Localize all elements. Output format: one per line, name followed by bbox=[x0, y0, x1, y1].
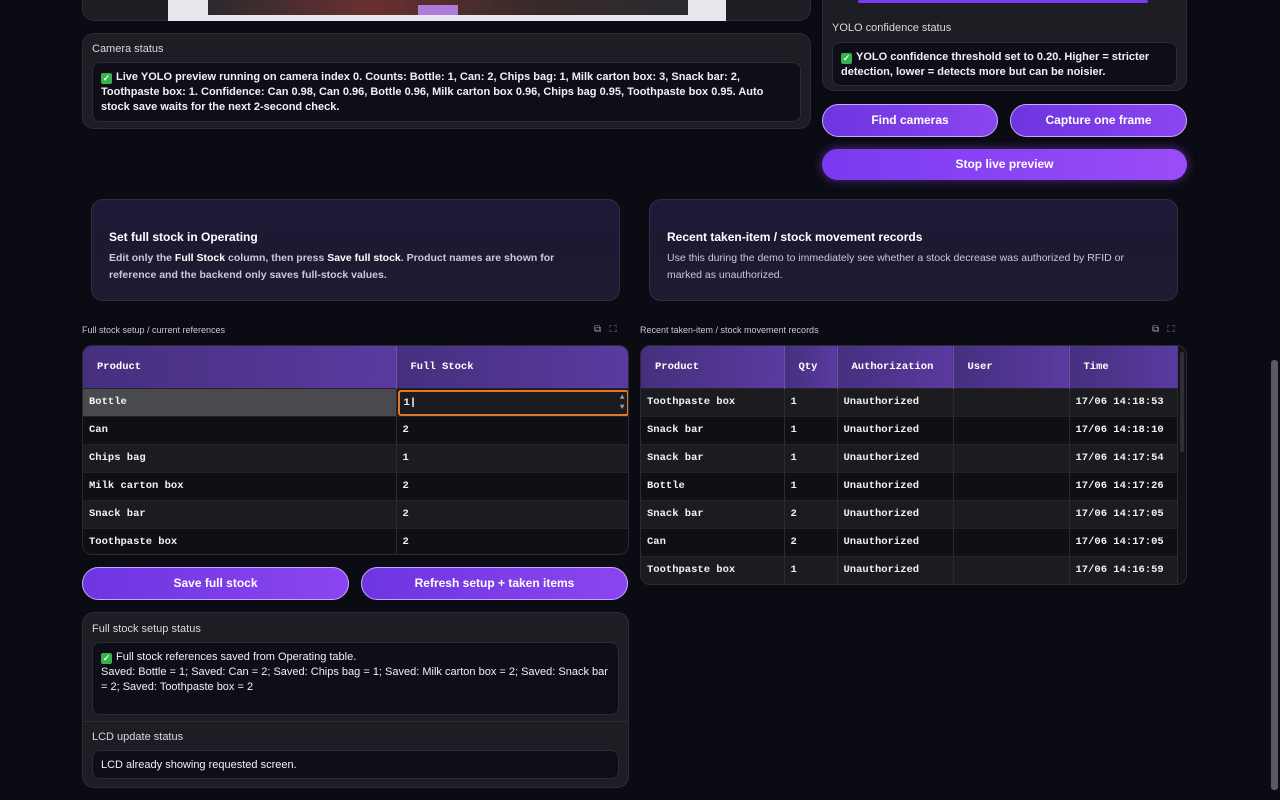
full-stock-status-panel: Full stock setup status ✓ Full stock refe… bbox=[82, 612, 629, 722]
confidence-slider[interactable] bbox=[858, 0, 1148, 3]
camera-preview-image bbox=[168, 0, 726, 21]
table-row[interactable]: Bottle 1| ▲ ▼ bbox=[83, 387, 628, 416]
camera-preview-panel bbox=[82, 0, 811, 21]
records-info-desc: Use this during the demo to immediately … bbox=[667, 252, 1124, 281]
copy-icon[interactable]: ⧉ bbox=[1152, 324, 1159, 335]
check-icon: ✓ bbox=[101, 73, 112, 84]
fullscreen-icon[interactable]: ⛶ bbox=[609, 324, 616, 335]
full-stock-table-tools: ⧉ ⛶ bbox=[594, 324, 616, 335]
copy-icon[interactable]: ⧉ bbox=[594, 324, 601, 335]
table-row[interactable]: Can 2 bbox=[83, 415, 628, 444]
full-stock-info-title: Set full stock in Operating bbox=[109, 230, 258, 244]
table-row[interactable]: Milk carton box 2 bbox=[83, 471, 628, 500]
full-stock-status-label: Full stock setup status bbox=[92, 623, 201, 635]
table-row[interactable]: Snack bar 1 Unauthorized 17/06 14:18:10 bbox=[641, 415, 1178, 444]
product-cell: Bottle bbox=[83, 387, 397, 416]
capture-frame-button[interactable]: Capture one frame bbox=[1010, 104, 1187, 137]
col-time[interactable]: Time bbox=[1069, 346, 1178, 388]
records-table-scrollbar[interactable] bbox=[1180, 352, 1184, 452]
yolo-status-text: ✓ YOLO confidence threshold set to 0.20. … bbox=[832, 42, 1177, 86]
table-row[interactable]: Can 2 Unauthorized 17/06 14:17:05 bbox=[641, 527, 1178, 556]
table-row[interactable]: Snack bar 2 bbox=[83, 499, 628, 528]
col-full-stock[interactable]: Full Stock bbox=[396, 346, 628, 388]
full-stock-table-label: Full stock setup / current references bbox=[82, 325, 226, 335]
records-info-title: Recent taken-item / stock movement recor… bbox=[667, 230, 923, 244]
check-icon: ✓ bbox=[101, 653, 112, 664]
full-stock-status-text: ✓ Full stock references saved from Operat… bbox=[92, 642, 619, 715]
refresh-setup-button[interactable]: Refresh setup + taken items bbox=[361, 567, 628, 600]
camera-status-panel: Camera status ✓ Live YOLO preview running… bbox=[82, 33, 811, 129]
lcd-status-panel: LCD update status LCD already showing re… bbox=[82, 722, 629, 788]
save-full-stock-button[interactable]: Save full stock bbox=[82, 567, 349, 600]
table-row[interactable]: Chips bag 1 bbox=[83, 443, 628, 472]
records-info-card: Recent taken-item / stock movement recor… bbox=[649, 199, 1178, 301]
col-authorization[interactable]: Authorization bbox=[837, 346, 954, 388]
full-stock-table: Product Full Stock Bottle 1| ▲ ▼ Can 2 Chi… bbox=[82, 345, 629, 555]
lcd-status-text: LCD already showing requested screen. bbox=[92, 750, 619, 779]
records-table-label: Recent taken-item / stock movement recor… bbox=[640, 325, 819, 335]
lcd-status-label: LCD update status bbox=[92, 731, 184, 743]
table-row[interactable]: Snack bar 1 Unauthorized 17/06 14:17:54 bbox=[641, 443, 1178, 472]
yolo-status-label: YOLO confidence status bbox=[832, 22, 952, 34]
page-scrollbar[interactable] bbox=[1271, 360, 1278, 790]
full-stock-edit-cell[interactable]: 1| ▲ ▼ bbox=[396, 387, 628, 416]
full-stock-input[interactable]: 1| ▲ ▼ bbox=[397, 389, 628, 416]
records-table-tools: ⧉ ⛶ bbox=[1152, 324, 1174, 335]
table-row[interactable]: Bottle 1 Unauthorized 17/06 14:17:26 bbox=[641, 471, 1178, 500]
camera-status-text: ✓ Live YOLO preview running on camera ind… bbox=[92, 62, 801, 122]
col-qty[interactable]: Qty bbox=[784, 346, 838, 388]
table-row[interactable]: Toothpaste box 2 bbox=[83, 527, 628, 554]
table-row[interactable]: Toothpaste box 1 Unauthorized 17/06 14:16:5… bbox=[641, 555, 1178, 584]
col-product[interactable]: Product bbox=[641, 346, 785, 388]
table-row[interactable]: Toothpaste box 1 Unauthorized 17/06 14:18:5… bbox=[641, 387, 1178, 416]
camera-status-label: Camera status bbox=[92, 43, 164, 55]
col-product[interactable]: Product bbox=[83, 346, 397, 388]
full-stock-info-desc: Edit only the Full Stock column, then pr… bbox=[109, 252, 555, 281]
stop-preview-button[interactable]: Stop live preview bbox=[822, 149, 1187, 180]
yolo-status-panel: YOLO confidence status ✓ YOLO confidence … bbox=[822, 0, 1187, 91]
col-user[interactable]: User bbox=[953, 346, 1070, 388]
table-row[interactable]: Snack bar 2 Unauthorized 17/06 14:17:05 bbox=[641, 499, 1178, 528]
find-cameras-button[interactable]: Find cameras bbox=[822, 104, 998, 137]
fullscreen-icon[interactable]: ⛶ bbox=[1167, 324, 1174, 335]
full-stock-info-card: Set full stock in Operating Edit only th… bbox=[91, 199, 620, 301]
check-icon: ✓ bbox=[841, 53, 852, 64]
stepper-icon[interactable]: ▲ ▼ bbox=[620, 393, 625, 413]
records-table: Product Qty Authorization User Time Toot… bbox=[640, 345, 1187, 585]
